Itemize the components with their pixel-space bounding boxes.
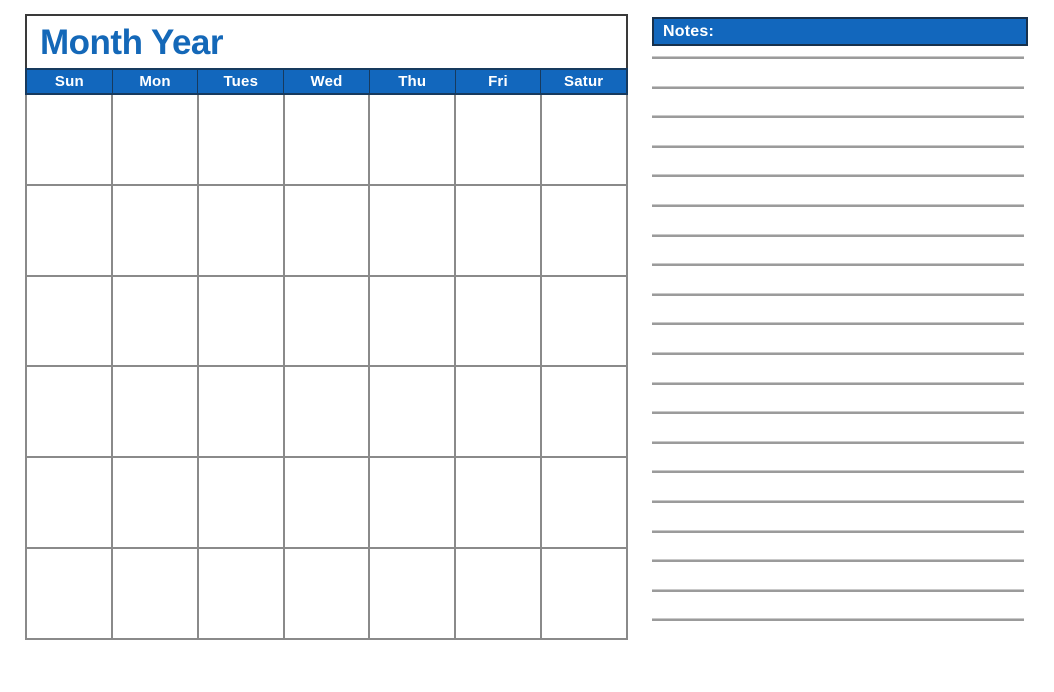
calendar-day-cell[interactable] [27, 458, 113, 548]
calendar-week-row [27, 458, 627, 550]
calendar-day-cell[interactable] [370, 549, 457, 638]
weekday-header-fri: Fri [456, 70, 542, 93]
calendar-day-cell[interactable] [198, 367, 285, 457]
calendar-day-cell[interactable] [284, 95, 371, 184]
calendar-day-cell[interactable] [456, 185, 543, 275]
calendar-day-cell[interactable] [112, 185, 199, 275]
notes-line[interactable] [652, 559, 1024, 563]
calendar-day-cell[interactable] [198, 185, 285, 275]
weekday-header-row: Sun Mon Tues Wed Thu Fri Satur [25, 68, 628, 95]
calendar-day-cell[interactable] [542, 367, 627, 457]
calendar-day-cell[interactable] [456, 95, 543, 184]
calendar-day-cell[interactable] [542, 549, 627, 638]
notes-line[interactable] [652, 233, 1024, 237]
notes-line[interactable] [652, 263, 1024, 267]
calendar-day-cell[interactable] [542, 185, 627, 275]
notes-line[interactable] [652, 499, 1024, 503]
calendar-week-row [27, 185, 627, 277]
notes-line[interactable] [652, 203, 1024, 207]
calendar-day-cell[interactable] [198, 549, 285, 638]
notes-panel: Notes: [652, 17, 1028, 642]
weekday-header-sun: Sun [27, 70, 113, 93]
calendar-day-cell[interactable] [542, 458, 627, 548]
calendar-day-cell[interactable] [27, 276, 113, 366]
notes-line[interactable] [652, 351, 1024, 355]
calendar-week-row [27, 276, 627, 368]
calendar-day-cell[interactable] [370, 276, 457, 366]
calendar-day-cell[interactable] [456, 276, 543, 366]
calendar-week-row [27, 367, 627, 459]
notes-line[interactable] [652, 411, 1024, 415]
calendar-day-cell[interactable] [542, 95, 627, 184]
notes-line[interactable] [652, 470, 1024, 474]
notes-line[interactable] [652, 440, 1024, 444]
calendar-day-cell[interactable] [198, 458, 285, 548]
notes-lines [652, 56, 1024, 648]
notes-line[interactable] [652, 292, 1024, 296]
notes-line[interactable] [652, 588, 1024, 592]
notes-line[interactable] [652, 529, 1024, 533]
calendar-title-box: Month Year [25, 14, 628, 68]
calendar-day-cell[interactable] [370, 367, 457, 457]
notes-line[interactable] [652, 381, 1024, 385]
calendar-day-cell[interactable] [370, 458, 457, 548]
notes-line[interactable] [652, 322, 1024, 326]
calendar-grid [25, 95, 628, 640]
calendar-week-row [27, 95, 627, 186]
page-title[interactable]: Month Year [27, 25, 224, 60]
calendar-day-cell[interactable] [542, 276, 627, 366]
weekday-header-satur: Satur [564, 73, 604, 90]
notes-line[interactable] [652, 618, 1024, 622]
calendar-day-cell[interactable] [284, 367, 371, 457]
notes-header-bar: Notes: [652, 17, 1028, 46]
calendar-day-cell[interactable] [112, 549, 199, 638]
notes-line[interactable] [652, 115, 1024, 119]
calendar-day-cell[interactable] [370, 185, 457, 275]
calendar-day-cell[interactable] [27, 549, 113, 638]
calendar-day-cell[interactable] [27, 367, 113, 457]
weekday-header-mon: Mon [113, 70, 199, 93]
notes-line[interactable] [652, 56, 1024, 59]
calendar-day-cell[interactable] [284, 185, 371, 275]
weekday-header-wed: Wed [284, 70, 370, 93]
calendar-panel: Month Year Sun Mon Tues Wed Thu Fri Satu… [25, 14, 628, 640]
calendar-day-cell[interactable] [112, 367, 199, 457]
calendar-day-cell[interactable] [370, 95, 457, 184]
calendar-day-cell[interactable] [27, 95, 113, 184]
notes-line[interactable] [652, 85, 1024, 89]
weekday-header-tues: Tues [198, 70, 285, 93]
calendar-day-cell[interactable] [112, 95, 199, 184]
calendar-day-cell[interactable] [456, 367, 543, 457]
calendar-week-row [27, 549, 627, 638]
notes-line[interactable] [652, 174, 1024, 178]
calendar-day-cell[interactable] [27, 185, 113, 275]
weekday-header-thu: Thu [370, 70, 456, 93]
calendar-day-cell[interactable] [284, 458, 371, 548]
notes-line[interactable] [652, 144, 1024, 148]
notes-header-label: Notes: [663, 22, 714, 40]
calendar-day-cell[interactable] [284, 549, 371, 638]
calendar-day-cell[interactable] [456, 458, 543, 548]
calendar-day-cell[interactable] [112, 458, 199, 548]
calendar-day-cell[interactable] [284, 276, 371, 366]
calendar-day-cell[interactable] [198, 276, 285, 366]
calendar-day-cell[interactable] [112, 276, 199, 366]
calendar-day-cell[interactable] [198, 95, 285, 184]
calendar-day-cell[interactable] [456, 549, 543, 638]
